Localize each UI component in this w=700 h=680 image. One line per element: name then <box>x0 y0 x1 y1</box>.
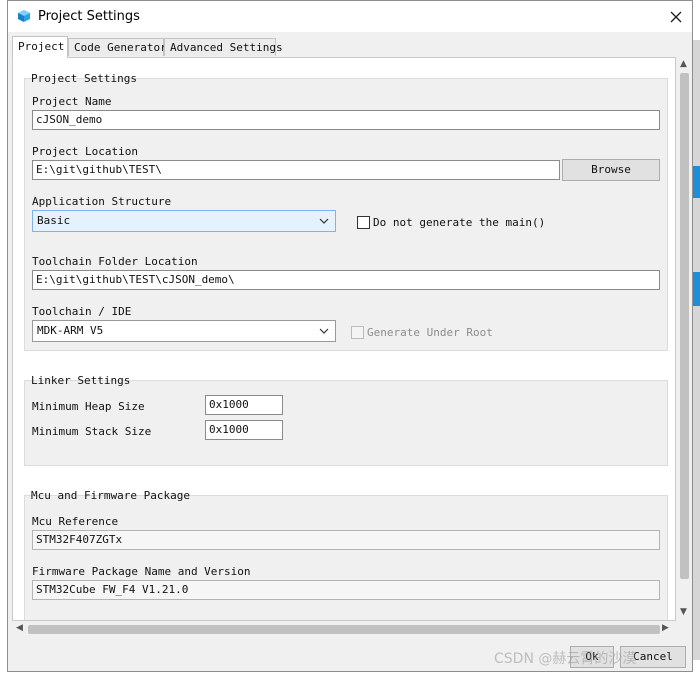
browse-button[interactable]: Browse <box>562 159 660 181</box>
scroll-right-arrow-icon[interactable]: ▶ <box>662 623 669 633</box>
stack-size-label: Minimum Stack Size <box>32 425 152 438</box>
scroll-up-arrow-icon[interactable]: ▲ <box>680 59 687 69</box>
toolchain-folder-label: Toolchain Folder Location <box>32 255 198 268</box>
generate-under-root-label: Generate Under Root <box>367 326 493 339</box>
close-icon <box>670 11 682 22</box>
close-button[interactable] <box>660 1 692 32</box>
background-accent-strip <box>693 166 700 198</box>
vertical-scroll-thumb[interactable] <box>680 73 689 579</box>
mcu-reference-label: Mcu Reference <box>32 515 119 528</box>
tab-code-generator[interactable]: Code Generator <box>68 38 167 56</box>
horizontal-scroll-thumb[interactable] <box>28 625 660 634</box>
tab-advanced-settings[interactable]: Advanced Settings <box>164 38 283 56</box>
heap-size-label: Minimum Heap Size <box>32 400 145 413</box>
firmware-package-label: Firmware Package Name and Version <box>32 565 251 578</box>
group-legend: Project Settings <box>31 72 137 85</box>
scroll-left-arrow-icon[interactable]: ◀ <box>16 623 23 633</box>
group-legend: Mcu and Firmware Package <box>31 489 190 502</box>
toolchain-ide-value: MDK-ARM V5 <box>37 324 104 337</box>
project-location-input[interactable]: E:\git\github\TEST\ <box>32 160 560 180</box>
toolchain-folder-input[interactable]: E:\git\github\TEST\cJSON_demo\ <box>32 270 660 290</box>
vertical-scrollbar[interactable]: ▲ ▼ <box>676 57 692 621</box>
scroll-down-arrow-icon[interactable]: ▼ <box>680 607 687 617</box>
csdn-watermark: CSDN @赫云霄的沙漠 <box>494 651 637 667</box>
cube-app-icon <box>18 10 30 22</box>
app-structure-value: Basic <box>37 214 71 227</box>
app-structure-select[interactable]: Basic <box>32 210 336 232</box>
generate-under-root-checkbox[interactable] <box>351 326 364 339</box>
heap-size-input[interactable]: 0x1000 <box>205 395 283 415</box>
horizontal-scrollbar[interactable]: ◀ ▶ <box>12 621 676 637</box>
toolchain-ide-select[interactable]: MDK-ARM V5 <box>32 320 336 342</box>
background-accent-strip <box>693 272 700 306</box>
toolchain-ide-label: Toolchain / IDE <box>32 305 132 318</box>
title-bar: Project Settings <box>8 1 692 32</box>
project-settings-dialog: Project Settings Project Code Generator … <box>7 0 693 672</box>
tab-project[interactable]: Project <box>12 36 68 58</box>
no-main-label: Do not generate the main() <box>373 216 546 229</box>
project-tab-panel: Project Settings Project Name cJSON_demo… <box>12 57 676 621</box>
firmware-package-field: STM32Cube FW_F4 V1.21.0 <box>32 580 660 600</box>
project-name-input[interactable]: cJSON_demo <box>32 110 660 130</box>
linker-settings-group: Linker Settings Minimum Heap Size 0x1000… <box>24 374 668 466</box>
chevron-down-icon <box>319 218 329 224</box>
no-main-checkbox[interactable] <box>357 216 370 229</box>
project-location-label: Project Location <box>32 145 138 158</box>
project-settings-group: Project Settings Project Name cJSON_demo… <box>24 72 668 351</box>
chevron-down-icon <box>319 328 329 334</box>
group-legend: Linker Settings <box>31 374 131 387</box>
app-structure-label: Application Structure <box>32 195 172 208</box>
project-name-label: Project Name <box>32 95 112 108</box>
background-window-edge <box>693 40 700 660</box>
stack-size-input[interactable]: 0x1000 <box>205 420 283 440</box>
window-title: Project Settings <box>38 9 140 24</box>
mcu-reference-field: STM32F407ZGTx <box>32 530 660 550</box>
mcu-firmware-group: Mcu and Firmware Package Mcu Reference S… <box>24 489 668 620</box>
